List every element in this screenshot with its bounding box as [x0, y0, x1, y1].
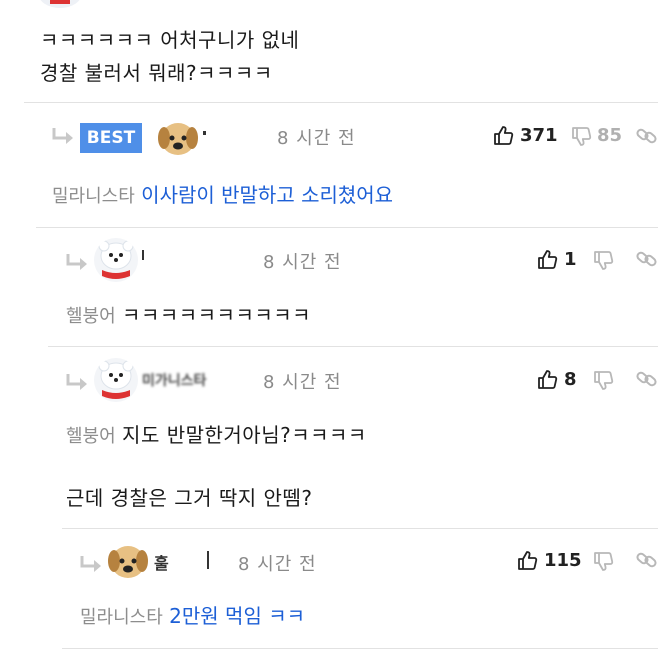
mention[interactable]: 헬붕어: [66, 426, 116, 447]
thumbs-up-icon[interactable]: [536, 368, 558, 390]
like-count: 1: [564, 249, 577, 270]
best-badge: BEST: [80, 123, 142, 153]
mention[interactable]: 밀라니스타: [80, 607, 163, 628]
reply-text: ㅋㅋㅋㅋㅋㅋㅋㅋㅋㅋ: [122, 303, 312, 327]
thumbs-up-icon[interactable]: [492, 124, 514, 146]
separator: [207, 551, 209, 569]
reply-text: 이사람이 반말하고 소리쳤어요: [141, 183, 394, 207]
thumbs-down-icon[interactable]: [570, 126, 592, 148]
avatar[interactable]: [156, 118, 200, 158]
link-icon[interactable]: [636, 125, 658, 147]
reply-body: 밀라니스타 2만원 먹임 ㅋㅋ: [80, 600, 305, 629]
reply-body: 밀라니스타 이사람이 반말하고 소리쳤어요: [52, 179, 393, 208]
nickname[interactable]: 훌: [154, 550, 169, 574]
avatar[interactable]: [106, 541, 150, 581]
reply-arrow-icon: [64, 252, 90, 274]
reply-arrow-icon: [78, 554, 104, 576]
comment-text: 경찰 불러서 뭐래?ㅋㅋㅋㅋ: [40, 61, 273, 85]
dislike-count: 85: [597, 125, 623, 146]
mention[interactable]: 헬붕어: [66, 306, 116, 327]
timestamp: 8 시간 전: [277, 128, 356, 149]
timestamp: 8 시간 전: [263, 252, 342, 273]
thumbs-down-icon[interactable]: [592, 551, 614, 573]
timestamp: 8 시간 전: [263, 372, 342, 393]
like-count: 115: [544, 550, 582, 571]
link-icon[interactable]: [636, 248, 658, 270]
mention[interactable]: 밀라니스타: [52, 186, 135, 207]
divider: [62, 528, 658, 529]
divider: [48, 346, 658, 347]
link-icon[interactable]: [636, 368, 658, 390]
like-count: 371: [520, 125, 558, 146]
timestamp: 8 시간 전: [238, 554, 317, 575]
comment-text: ㅋㅋㅋㅋㅋㅋ 어처구니가 없네: [40, 28, 300, 52]
nickname-dot: [142, 250, 144, 260]
nickname-dot: [203, 131, 206, 135]
divider: [62, 648, 658, 649]
divider: [24, 102, 658, 103]
reply-body: 헬붕어 ㅋㅋㅋㅋㅋㅋㅋㅋㅋㅋ: [66, 299, 311, 328]
reply-text: 지도 반말한거아님?ㅋㅋㅋㅋ: [122, 423, 367, 447]
thumbs-up-icon[interactable]: [536, 248, 558, 270]
reply-arrow-icon: [64, 372, 90, 394]
avatar[interactable]: [94, 238, 138, 282]
divider: [36, 227, 658, 228]
like-count: 8: [564, 369, 577, 390]
thumbs-down-icon[interactable]: [592, 370, 614, 392]
link-icon[interactable]: [636, 549, 658, 571]
reply-arrow-icon: [50, 126, 76, 148]
avatar[interactable]: [94, 358, 138, 402]
reply-text: 2만원 먹임 ㅋㅋ: [169, 604, 306, 628]
thumbs-down-icon[interactable]: [592, 250, 614, 272]
nickname[interactable]: 미가니스타: [142, 370, 206, 390]
avatar[interactable]: [38, 0, 82, 8]
reply-text: 근데 경찰은 그거 딱지 안뗌?: [66, 486, 313, 510]
thumbs-up-icon[interactable]: [516, 549, 538, 571]
reply-body: 헬붕어 지도 반말한거아님?ㅋㅋㅋㅋ: [66, 419, 367, 448]
